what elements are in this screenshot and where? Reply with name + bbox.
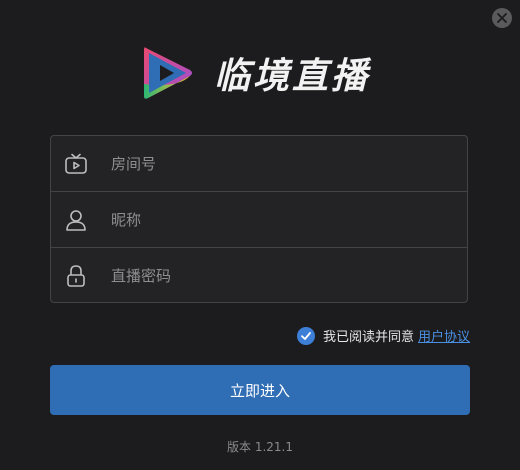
app-logo: 临境直播 <box>140 44 370 102</box>
room-number-field-row <box>51 136 467 192</box>
nickname-input[interactable] <box>111 192 467 247</box>
app-title: 临境直播 <box>214 56 371 97</box>
agreement-checkbox[interactable] <box>296 326 315 345</box>
checkmark-icon <box>301 331 311 340</box>
nickname-field-row <box>51 192 467 248</box>
tv-icon <box>63 151 89 177</box>
agreement-text: 我已阅读并同意 <box>322 330 414 345</box>
room-number-input[interactable] <box>111 136 467 191</box>
user-agreement-link[interactable]: 用户协议 <box>418 326 470 345</box>
close-icon <box>497 13 507 23</box>
login-window: 临境直播 房间号 昵称 我已阅读并同意 用户协议 立即进入 版本 1.21.1 <box>0 0 520 470</box>
agreement-row: 我已阅读并同意 用户协议 <box>296 326 470 345</box>
enter-button[interactable]: 立即进入 <box>50 365 470 415</box>
lock-icon <box>63 263 89 289</box>
live-password-input[interactable] <box>111 248 467 304</box>
play-logo-icon <box>144 47 192 99</box>
password-field-row <box>51 248 467 304</box>
version-label: 版本 1.21.1 <box>227 440 293 454</box>
close-button[interactable] <box>492 8 512 28</box>
user-icon <box>63 207 89 233</box>
login-form <box>50 135 468 304</box>
